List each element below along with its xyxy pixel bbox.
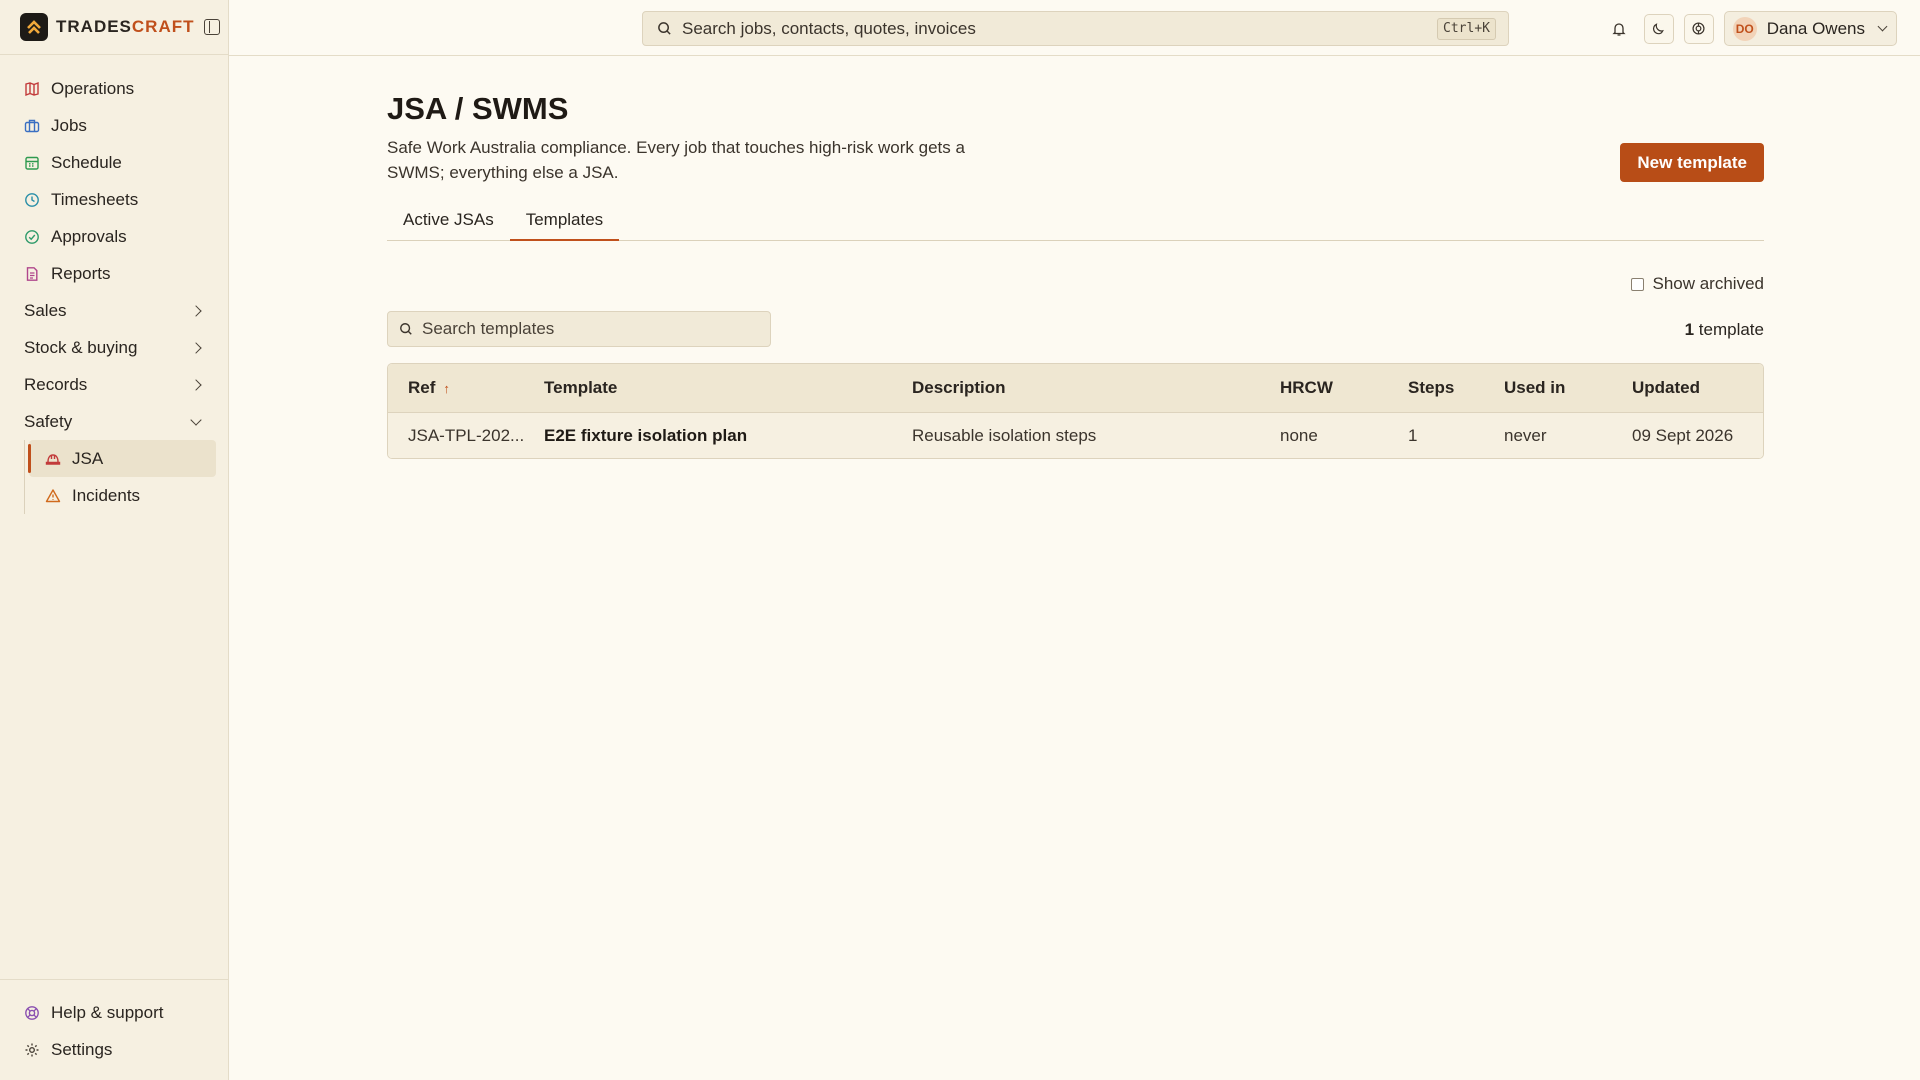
sidebar-item-incidents[interactable]: Incidents [29,477,216,514]
sidebar-item-label: Settings [51,1039,113,1059]
sidebar-group-stock-buying[interactable]: Stock & buying [0,329,228,366]
col-hrcw[interactable]: HRCW [1260,378,1388,398]
sidebar-group-label: Records [24,374,88,394]
hard-hat-icon [45,451,61,467]
table-row[interactable]: JSA-TPL-202... E2E fixture isolation pla… [388,413,1763,458]
search-icon [400,323,412,335]
warning-triangle-icon [45,488,61,504]
sidebar-group-records[interactable]: Records [0,366,228,403]
sidebar-item-label: JSA [72,448,104,468]
safety-subnav: JSA Incidents [24,440,228,514]
search-icon [658,22,671,35]
table-header: Ref ↑ Template Description HRCW Steps Use… [388,364,1763,413]
page-title: JSA / SWMS [387,91,569,126]
sidebar-item-schedule[interactable]: Schedule [0,144,228,181]
sidebar-item-settings[interactable]: Settings [0,1031,228,1068]
show-archived-toggle[interactable]: Show archived [1631,274,1764,294]
notifications-bell-icon[interactable] [1604,14,1634,44]
templates-table: Ref ↑ Template Description HRCW Steps Use… [387,363,1764,459]
tabs: Active JSAs Templates [387,204,1764,241]
sidebar-item-operations[interactable]: Operations [0,70,228,107]
template-search-placeholder: Search templates [422,319,555,338]
sidebar-group-label: Safety [24,411,73,431]
logo-icon [20,13,48,41]
gear-icon [24,1042,40,1058]
col-template[interactable]: Template [524,378,892,398]
global-search-input[interactable]: Search jobs, contacts, quotes, invoices … [642,11,1509,46]
dark-mode-moon-icon[interactable] [1643,13,1674,44]
sidebar-item-label: Reports [51,263,111,283]
cell-hrcw: none [1280,425,1318,445]
briefcase-icon [24,118,40,134]
sidebar-item-label: Help & support [51,1002,164,1022]
template-count-label: template [1694,320,1764,339]
contrast-icon[interactable] [1683,13,1714,44]
topbar-actions: DO Dana Owens [1594,11,1897,46]
main-nav: Operations Jobs Schedule Timesheets Appr… [0,55,228,514]
cell-used-in: never [1504,425,1547,445]
sidebar-item-label: Incidents [72,485,141,505]
tab-templates[interactable]: Templates [509,204,620,241]
col-updated[interactable]: Updated [1612,378,1763,398]
template-count-number: 1 [1684,320,1695,339]
sidebar-footer: Help & support Settings [0,979,228,1080]
main-content: JSA / SWMS Safe Work Australia complianc… [387,56,1764,459]
template-count: 1 template [1685,320,1764,340]
sidebar: TRADESCRAFT Operations Jobs Schedule Tim… [0,0,229,1080]
table-toolbar: Show archived Search templates 1 templat… [387,241,1764,361]
chevron-down-icon [190,413,202,426]
user-name: Dana Owens [1766,18,1865,38]
sidebar-item-label: Jobs [51,115,87,135]
sidebar-group-sales[interactable]: Sales [0,292,228,329]
sidebar-item-jsa[interactable]: JSA [28,440,216,477]
user-menu[interactable]: DO Dana Owens [1723,11,1897,46]
sort-ascending-icon: ↑ [443,381,450,396]
life-buoy-icon [24,1005,40,1021]
sidebar-item-label: Approvals [51,226,127,246]
show-archived-checkbox[interactable] [1631,277,1645,291]
avatar: DO [1732,16,1757,41]
clock-icon [24,192,40,208]
shortcut-badge: Ctrl+K [1437,18,1496,40]
template-search-input[interactable]: Search templates [387,311,771,347]
cell-steps: 1 [1408,425,1418,445]
chevron-down-icon [1877,21,1888,32]
search-placeholder: Search jobs, contacts, quotes, invoices [682,18,976,38]
cell-updated: 09 Sept 2026 [1632,425,1734,445]
brand-name: TRADESCRAFT [56,17,195,36]
sidebar-group-safety[interactable]: Safety [0,403,228,440]
chevron-right-icon [190,341,202,354]
col-used-in[interactable]: Used in [1484,378,1612,398]
chevron-right-icon [190,304,202,317]
sidebar-item-approvals[interactable]: Approvals [0,218,228,255]
col-steps[interactable]: Steps [1388,378,1484,398]
cell-description: Reusable isolation steps [912,425,1097,445]
sidebar-item-timesheets[interactable]: Timesheets [0,181,228,218]
sidebar-item-label: Schedule [51,152,122,172]
show-archived-label: Show archived [1652,274,1764,293]
cell-template[interactable]: E2E fixture isolation plan [524,426,892,446]
tab-active-jsas[interactable]: Active JSAs [387,204,510,241]
topbar: Search jobs, contacts, quotes, invoices … [229,0,1920,56]
col-ref[interactable]: Ref ↑ [388,378,524,398]
chevron-right-icon [190,378,202,391]
sidebar-item-jobs[interactable]: Jobs [0,107,228,144]
collapse-sidebar-icon[interactable] [203,19,220,35]
new-template-button[interactable]: New template [1620,143,1764,182]
check-circle-icon [24,229,40,245]
sidebar-item-help[interactable]: Help & support [0,994,228,1031]
col-description[interactable]: Description [892,378,1260,398]
brand: TRADESCRAFT [0,0,228,55]
sidebar-item-label: Timesheets [51,189,139,209]
sidebar-group-label: Stock & buying [24,337,138,357]
map-icon [24,81,40,97]
sidebar-item-reports[interactable]: Reports [0,255,228,292]
sidebar-group-label: Sales [24,300,67,320]
calendar-icon [24,155,40,171]
page-subtitle: Safe Work Australia compliance. Every jo… [387,138,965,182]
sidebar-item-label: Operations [51,78,135,98]
file-text-icon [24,266,40,282]
cell-ref: JSA-TPL-202... [408,425,524,445]
